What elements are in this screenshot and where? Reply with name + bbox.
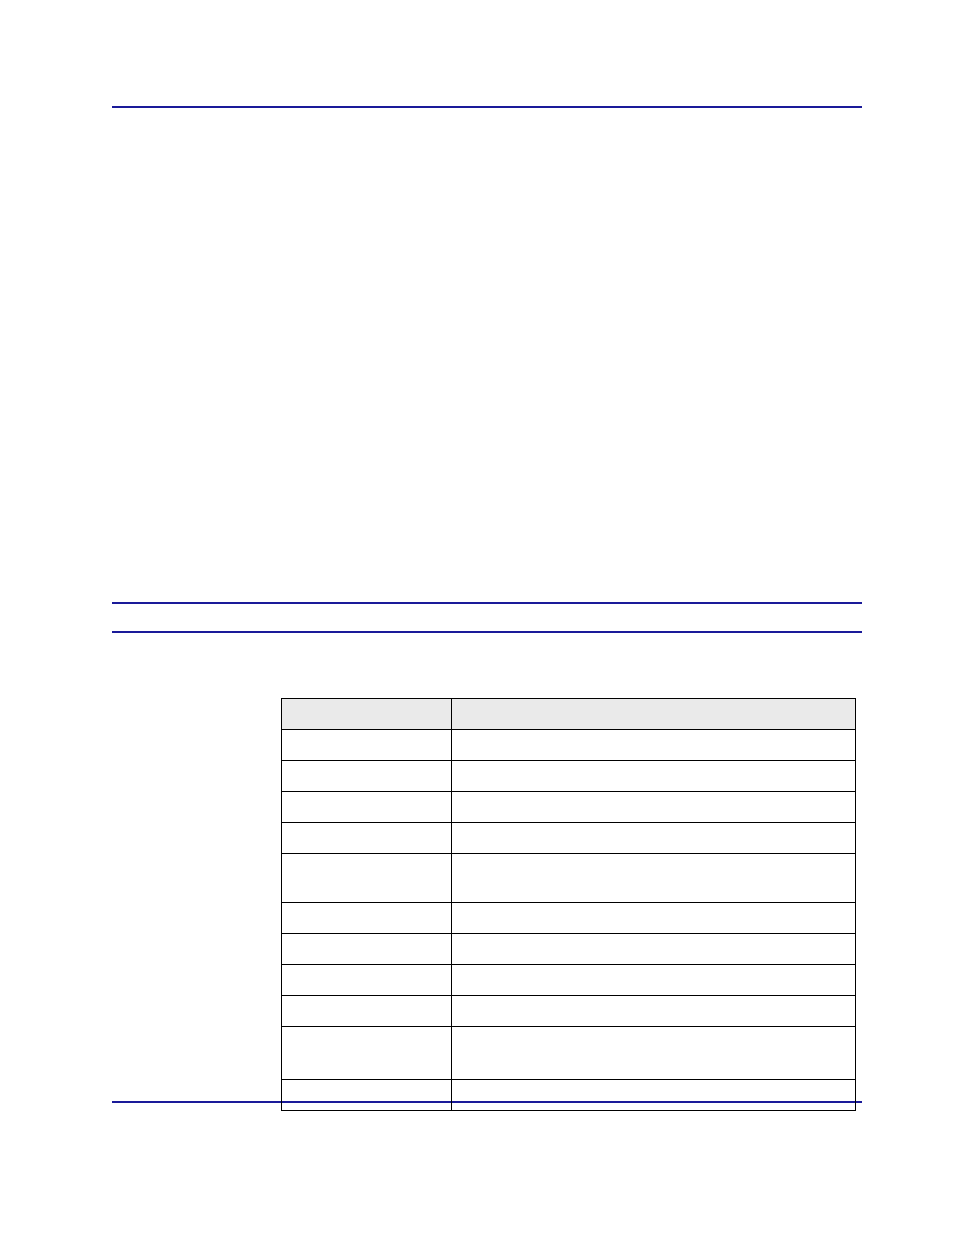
table-row	[282, 903, 856, 934]
table-cell	[451, 730, 855, 761]
table-row	[282, 1080, 856, 1111]
table-header-cell	[451, 699, 855, 730]
table-cell	[282, 730, 452, 761]
table-row	[282, 761, 856, 792]
table-row	[282, 854, 856, 903]
table-row	[282, 823, 856, 854]
table-cell	[451, 823, 855, 854]
table-row	[282, 1027, 856, 1080]
table-cell	[451, 934, 855, 965]
table-cell	[451, 903, 855, 934]
horizontal-rule	[112, 106, 862, 108]
table-cell	[451, 761, 855, 792]
table-cell	[451, 854, 855, 903]
table-row	[282, 730, 856, 761]
table-cell	[282, 1080, 452, 1111]
table-cell	[282, 903, 452, 934]
table-cell	[282, 823, 452, 854]
table-row	[282, 996, 856, 1027]
table-row	[282, 965, 856, 996]
table-cell	[451, 1080, 855, 1111]
table-header-cell	[282, 699, 452, 730]
table-cell	[282, 996, 452, 1027]
table-cell	[282, 965, 452, 996]
table-cell	[451, 965, 855, 996]
table-cell	[282, 761, 452, 792]
horizontal-rule	[112, 631, 862, 633]
table-cell	[282, 792, 452, 823]
table-row	[282, 934, 856, 965]
table-cell	[282, 854, 452, 903]
table-cell	[451, 996, 855, 1027]
table-cell	[282, 934, 452, 965]
table-header-row	[282, 699, 856, 730]
data-table	[281, 698, 856, 1111]
table-cell	[451, 792, 855, 823]
horizontal-rule	[112, 602, 862, 604]
table-cell	[282, 1027, 452, 1080]
table-row	[282, 792, 856, 823]
document-page: { "rules": { "r1_top": 106, "r2_top": 60…	[0, 0, 954, 1235]
table-cell	[451, 1027, 855, 1080]
